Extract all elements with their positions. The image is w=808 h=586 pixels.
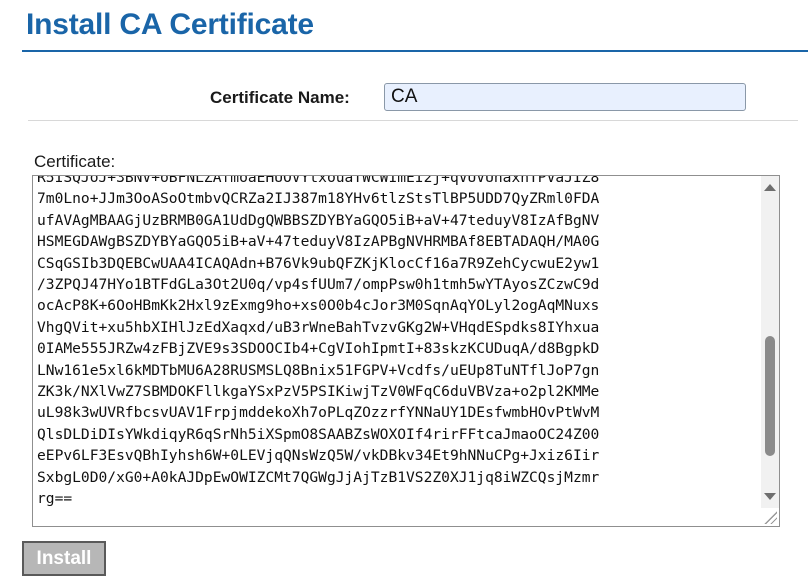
certificate-text[interactable]: R5ISQJoJ+3BNV+oBFNLZAfmoaEHUOVYtxouaTWCW… [33, 176, 759, 510]
scroll-down-icon[interactable] [764, 493, 776, 500]
page-title: Install CA Certificate [26, 8, 314, 41]
install-ca-certificate-page: Install CA Certificate Certificate Name:… [0, 0, 808, 586]
certificate-label: Certificate: [34, 152, 116, 171]
certificate-scrollbar[interactable] [761, 176, 779, 508]
install-button[interactable]: Install [22, 541, 106, 576]
certificate-textarea[interactable]: R5ISQJoJ+3BNV+oBFNLZAfmoaEHUOVYtxouaTWCW… [32, 175, 780, 527]
certificate-name-label: Certificate Name: [210, 88, 350, 107]
title-divider [22, 50, 808, 52]
certificate-name-input[interactable] [384, 83, 746, 111]
scrollbar-thumb[interactable] [765, 336, 775, 456]
scroll-up-icon[interactable] [764, 184, 776, 191]
certificate-name-row: Certificate Name: [28, 82, 798, 121]
resize-grip-icon[interactable] [763, 510, 777, 524]
